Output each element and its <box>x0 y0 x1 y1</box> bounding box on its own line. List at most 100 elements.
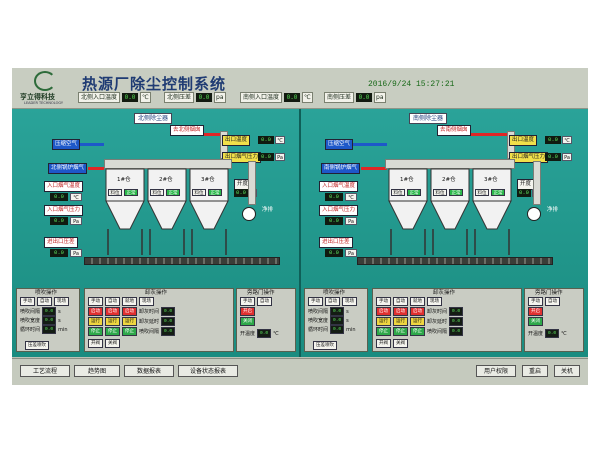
north-bypass-open[interactable]: 开启 <box>240 307 255 316</box>
north-silo-1-status[interactable]: 正常 <box>124 189 138 196</box>
north-silo-3-status[interactable]: 正常 <box>208 189 222 196</box>
south-silo-2-status[interactable]: 正常 <box>449 189 463 196</box>
trend-chart-button[interactable]: 趋势图 <box>74 365 120 377</box>
south-ash-delay-value[interactable]: 0.0 <box>449 317 464 326</box>
logo-icon <box>34 71 56 91</box>
north-diff-pressure-unit: Pa <box>70 249 82 257</box>
north-silo-2-label: 2#仓 <box>159 177 173 183</box>
south-silo-1-status[interactable]: 正常 <box>407 189 421 196</box>
north-ash-time-value[interactable]: 0.0 <box>161 307 176 316</box>
south-bypass-temp-value[interactable]: 0.0 <box>545 329 560 338</box>
south-ash-time-value[interactable]: 0.0 <box>449 307 464 316</box>
north-ash-run-1[interactable]: 运行 <box>88 317 103 326</box>
north-bypass-temp-value[interactable]: 0.0 <box>257 329 272 338</box>
north-bypass-close[interactable]: 关闭 <box>240 317 255 326</box>
north-ash-remote[interactable]: 就地 <box>122 297 137 306</box>
north-inlet-pressure-unit: Pa <box>70 217 82 225</box>
north-ash-delay-value[interactable]: 0.0 <box>161 317 176 326</box>
south-silo-3-label: 3#仓 <box>484 177 498 183</box>
south-pulse-cycle-value[interactable]: 0.0 <box>330 325 345 334</box>
restart-button[interactable]: 重启 <box>522 365 548 377</box>
south-pressure-pulse-button[interactable]: 压差喷吹 <box>313 341 337 350</box>
south-pulse-local[interactable]: 现场 <box>342 297 357 306</box>
north-pulse-cycle-unit: min <box>58 326 68 333</box>
north-ash-run-2[interactable]: 运行 <box>105 317 120 326</box>
south-ash-start-1[interactable]: 启动 <box>376 307 391 316</box>
south-pulse-manual[interactable]: 手动 <box>308 297 323 306</box>
south-ash-local[interactable]: 现场 <box>427 297 442 306</box>
north-bypass-auto[interactable]: 自动 <box>257 297 272 306</box>
north-ash-start-3[interactable]: 启动 <box>122 307 137 316</box>
south-ash-stop-3[interactable]: 停止 <box>410 327 425 336</box>
south-ash-auto[interactable]: 自动 <box>393 297 408 306</box>
north-ash-close-valve[interactable]: 关阀 <box>105 339 120 348</box>
south-fan-icon[interactable] <box>527 207 541 221</box>
south-silo-3-status[interactable]: 正常 <box>491 189 505 196</box>
south-ash-remote[interactable]: 就地 <box>410 297 425 306</box>
north-ash-start-2[interactable]: 启动 <box>105 307 120 316</box>
reading-value: 0.0 <box>284 92 301 102</box>
north-ash-stop-3[interactable]: 停止 <box>122 327 137 336</box>
shutdown-button[interactable]: 关机 <box>554 365 580 377</box>
south-bypass-control: 旁路门操作 手动 自动 开启 关闭 开温度 0.0 ℃ <box>524 288 584 352</box>
north-pulse-local[interactable]: 现场 <box>54 297 69 306</box>
north-fan-icon[interactable] <box>242 207 256 221</box>
north-ash-local[interactable]: 现场 <box>139 297 154 306</box>
south-ash-interval-value[interactable]: 0.0 <box>449 327 464 336</box>
north-pulse-interval-value[interactable]: 0.0 <box>42 307 57 316</box>
south-ash-run-1[interactable]: 运行 <box>376 317 391 326</box>
north-ash-start-1[interactable]: 启动 <box>88 307 103 316</box>
header-reading-south-temp: 南侧入口温度 0.0 ℃ <box>240 91 313 103</box>
data-report-button[interactable]: 数据报表 <box>124 365 174 377</box>
north-pulse-cycle-value[interactable]: 0.0 <box>42 325 57 334</box>
south-diff-pressure-unit: Pa <box>345 249 357 257</box>
south-pulse-interval-value[interactable]: 0.0 <box>330 307 345 316</box>
south-ash-stop-1[interactable]: 停止 <box>376 327 391 336</box>
south-ash-start-2[interactable]: 启动 <box>393 307 408 316</box>
north-pulse-auto[interactable]: 自动 <box>37 297 52 306</box>
north-ash-auto[interactable]: 自动 <box>105 297 120 306</box>
south-bypass-manual[interactable]: 手动 <box>528 297 543 306</box>
south-ash-manual[interactable]: 手动 <box>376 297 391 306</box>
south-ash-run-3[interactable]: 运行 <box>410 317 425 326</box>
south-inlet-arrow <box>361 167 387 170</box>
north-inlet-pressure-value: 0.0 <box>50 217 68 225</box>
south-ash-control: 卸灰操作 手动 自动 就地 现场 启动 启动 启动 卸灰时间 0.0 运行 运行… <box>372 288 522 352</box>
north-pulse-width-value[interactable]: 0.0 <box>42 316 57 325</box>
north-ash-open-valve[interactable]: 开阀 <box>88 339 103 348</box>
south-inlet-pressure-value: 0.0 <box>325 217 343 225</box>
south-bypass-auto[interactable]: 自动 <box>545 297 560 306</box>
south-ash-start-row: 启动 启动 启动 卸灰时间 0.0 <box>376 307 464 316</box>
south-ash-delay-label: 卸灰延时 <box>427 319 448 325</box>
north-fan-label: 净排 <box>262 207 274 213</box>
north-pressure-pulse-button[interactable]: 压差喷吹 <box>25 341 49 350</box>
north-silo-2-status[interactable]: 正常 <box>166 189 180 196</box>
south-pulse-auto[interactable]: 自动 <box>325 297 340 306</box>
process-flow-button[interactable]: 工艺流程 <box>20 365 70 377</box>
south-ash-run-2[interactable]: 运行 <box>393 317 408 326</box>
south-bypass-open[interactable]: 开启 <box>528 307 543 316</box>
south-bypass-open-row: 开启 <box>528 307 543 316</box>
north-silo-3-label: 3#仓 <box>201 177 215 183</box>
header-reading-south-pressure: 南侧压差 0.0 pa <box>324 91 386 103</box>
south-ash-close-valve[interactable]: 关阀 <box>393 339 408 348</box>
north-ash-run-3[interactable]: 运行 <box>122 317 137 326</box>
south-pulse-cycle-row: 循环时间 0.0 min <box>308 325 356 334</box>
south-conveyor <box>357 257 553 265</box>
reading-unit: pa <box>374 91 386 103</box>
south-ash-stop-2[interactable]: 停止 <box>393 327 408 336</box>
north-ash-stop-1[interactable]: 停止 <box>88 327 103 336</box>
north-pulse-manual[interactable]: 手动 <box>20 297 35 306</box>
south-ash-start-3[interactable]: 启动 <box>410 307 425 316</box>
north-ash-interval-value[interactable]: 0.0 <box>161 327 176 336</box>
south-air-arrow <box>353 143 387 146</box>
north-ash-manual[interactable]: 手动 <box>88 297 103 306</box>
north-ash-stop-2[interactable]: 停止 <box>105 327 120 336</box>
south-ash-open-valve[interactable]: 开阀 <box>376 339 391 348</box>
south-pulse-width-value[interactable]: 0.0 <box>330 316 345 325</box>
north-bypass-manual[interactable]: 手动 <box>240 297 255 306</box>
south-bypass-close[interactable]: 关闭 <box>528 317 543 326</box>
reading-value: 0.0 <box>356 92 373 102</box>
equipment-status-report-button[interactable]: 设备状态报表 <box>178 365 238 377</box>
user-permission-button[interactable]: 用户权限 <box>476 365 516 377</box>
